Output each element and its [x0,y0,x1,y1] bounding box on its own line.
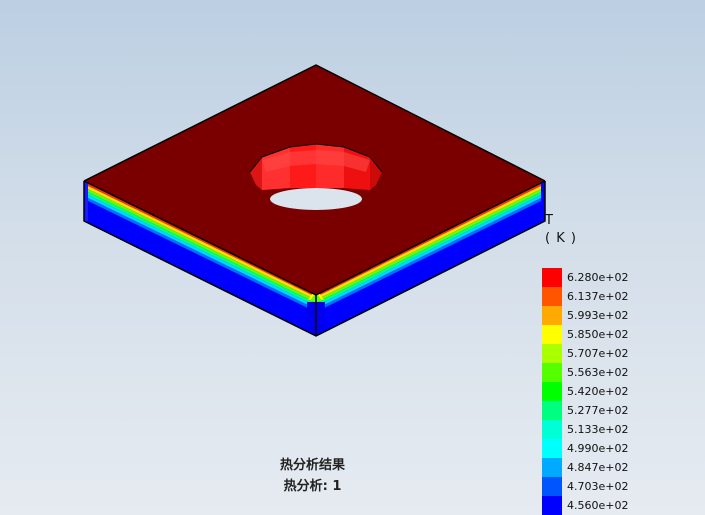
legend-row: 5.277e+02 [542,401,662,420]
legend-row: 5.707e+02 [542,344,662,363]
legend-row: 4.560e+02 [542,496,662,515]
legend-swatch [542,496,562,515]
legend-value-label: 5.563e+02 [567,366,629,379]
legend-value-label: 5.133e+02 [567,423,629,436]
legend-unit: ( K ) [545,231,577,246]
result-subtitle: 热分析: 1 [283,479,342,494]
result-title: 热分析结果 [279,458,345,473]
hole-opening [270,188,362,210]
legend-row: 5.133e+02 [542,420,662,439]
legend-swatch [542,268,562,287]
legend-swatch [542,401,562,420]
legend-value-label: 5.993e+02 [567,309,629,322]
legend-row: 5.563e+02 [542,363,662,382]
legend-swatch [542,420,562,439]
legend-swatch [542,287,562,306]
legend-value-label: 5.420e+02 [567,385,629,398]
legend-row: 5.993e+02 [542,306,662,325]
legend-swatch [542,344,562,363]
legend-value-label: 5.277e+02 [567,404,629,417]
legend-row: 6.137e+02 [542,287,662,306]
legend-value-label: 5.707e+02 [567,347,629,360]
legend-row: 6.280e+02 [542,268,662,287]
legend-value-label: 4.560e+02 [567,499,629,512]
legend-value-label: 6.280e+02 [567,271,629,284]
legend-swatch [542,363,562,382]
legend-value-label: 6.137e+02 [567,290,629,303]
legend-value-label: 5.850e+02 [567,328,629,341]
legend-swatch [542,382,562,401]
legend-quantity-symbol: T [545,213,553,228]
legend-row: 5.850e+02 [542,325,662,344]
legend-swatch [542,306,562,325]
legend-swatch [542,325,562,344]
legend-row: 5.420e+02 [542,382,662,401]
